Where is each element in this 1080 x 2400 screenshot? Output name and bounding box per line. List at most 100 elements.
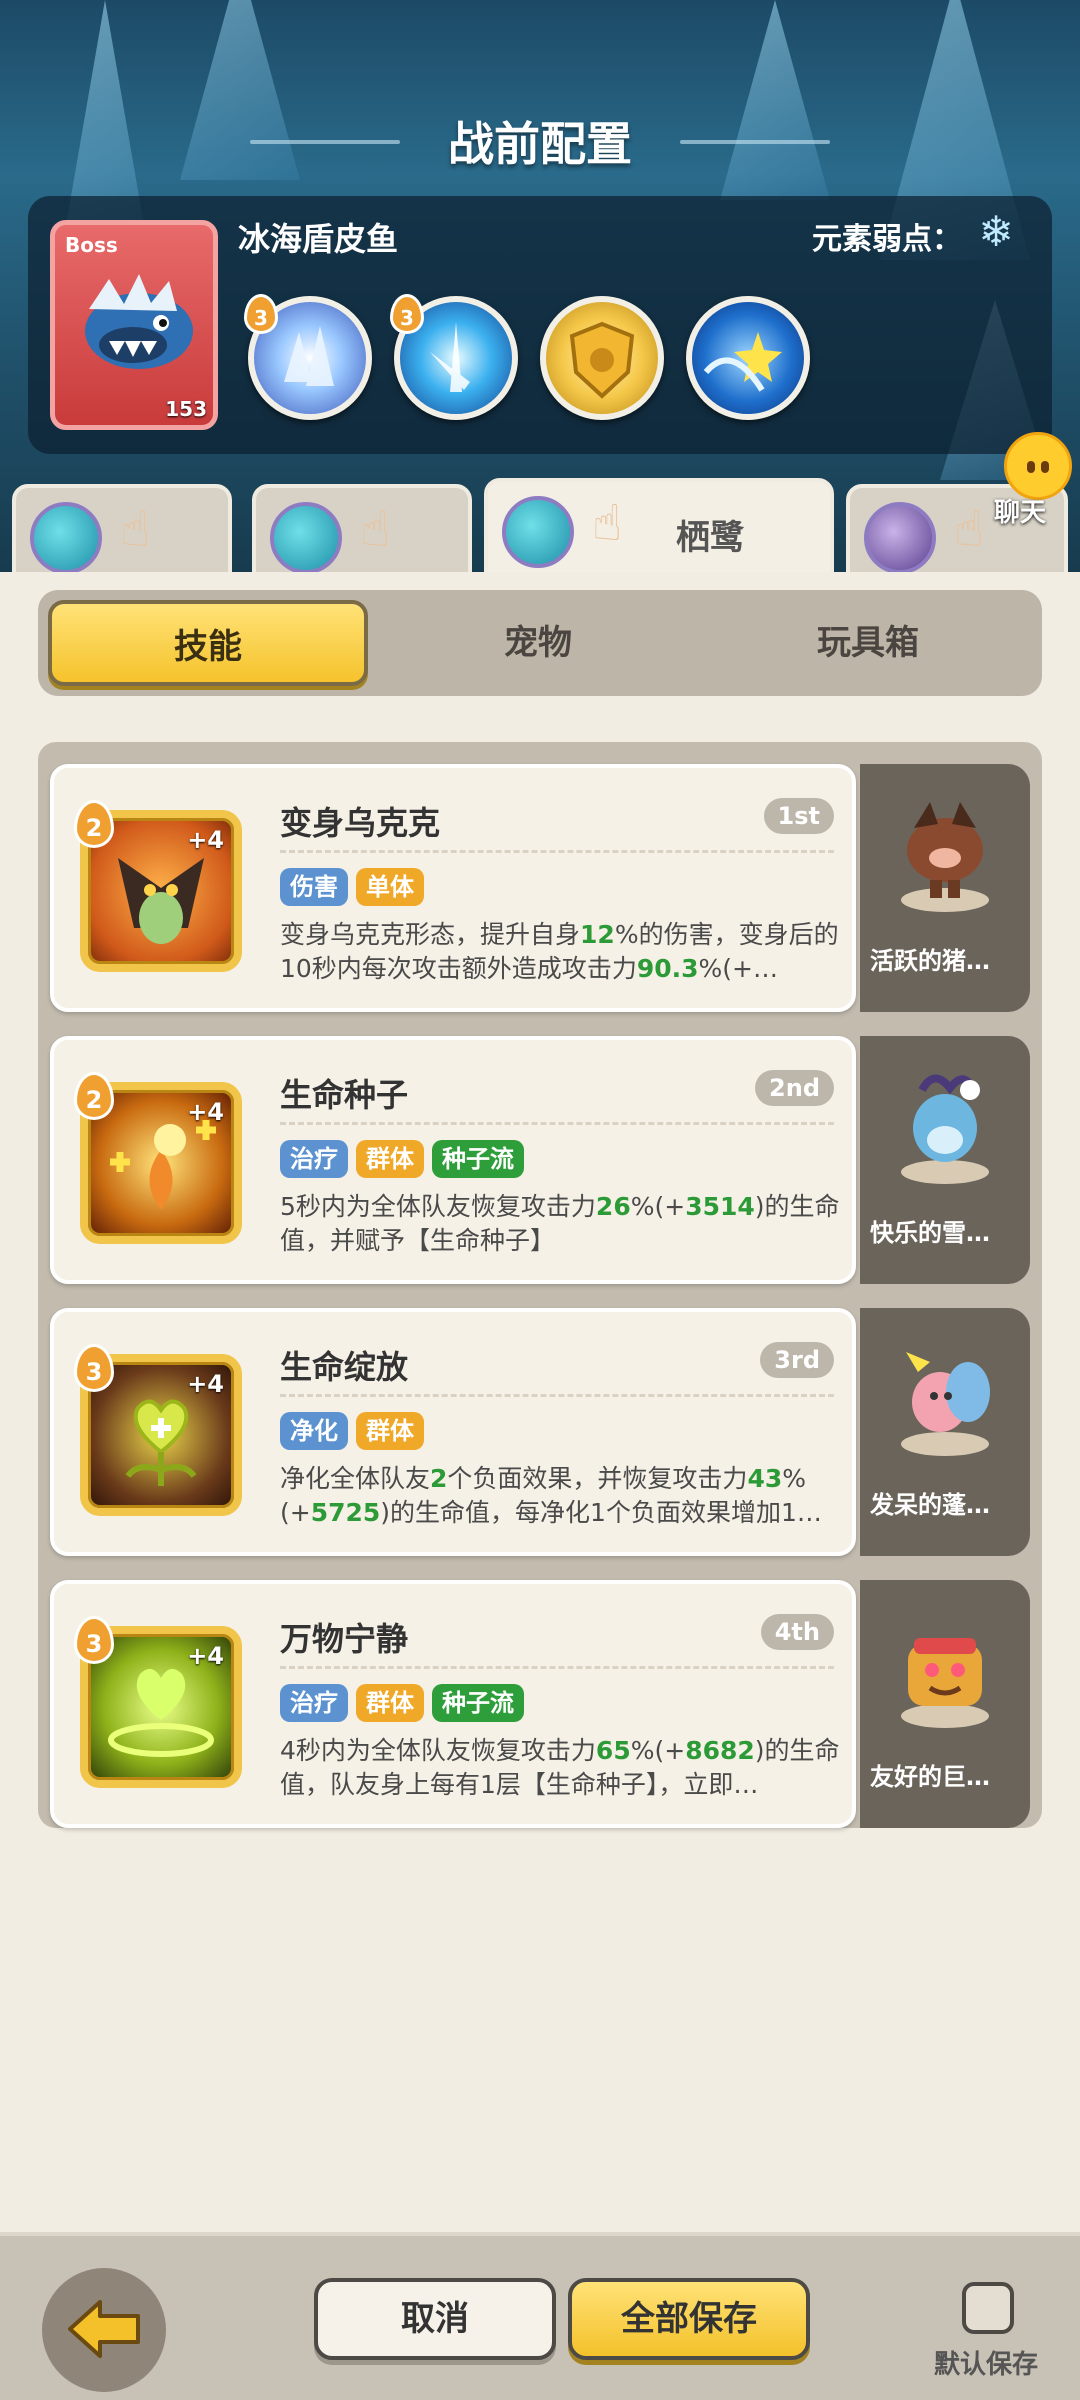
desc-highlight: 65 xyxy=(595,1736,631,1765)
shield-fish-icon xyxy=(85,274,193,369)
skill-level-badge: 3 xyxy=(74,1344,114,1392)
skill-plus-label: +4 xyxy=(187,1098,224,1126)
divider xyxy=(280,1122,834,1125)
boss-skill-level-badge: 3 xyxy=(390,294,424,334)
battle-scene-background: 战前配置 Boss 153 冰海盾皮鱼 元素弱点： ❄ 3 3 ☝ ☝ ☝ 栖鹭… xyxy=(0,0,1080,580)
desc-highlight: 2 xyxy=(430,1464,448,1493)
divider xyxy=(280,850,834,853)
boss-portrait[interactable]: Boss 153 xyxy=(50,220,218,430)
skill-description: 4秒内为全体队友恢复攻击力65%(+8682)的生命值，队友身上每有1层【生命种… xyxy=(280,1734,840,1838)
pet-name: 友好的巨… xyxy=(870,1763,990,1791)
skill-icon-transform: 2 +4 xyxy=(74,800,242,972)
skill-tag: 单体 xyxy=(356,868,424,906)
desc-highlight: 5725 xyxy=(310,1498,381,1527)
skill-rank: 2nd xyxy=(755,1070,834,1106)
skill-tags: 净化 群体 xyxy=(280,1412,424,1450)
default-save-checkbox[interactable] xyxy=(962,2282,1014,2334)
skill-tag: 治疗 xyxy=(280,1684,348,1722)
desc-highlight: 12 xyxy=(580,920,615,949)
skill-description: 净化全体队友2个负面效果，并恢复攻击力43%(+5725)的生命值，每净化1个负… xyxy=(280,1462,840,1566)
back-arrow-icon xyxy=(68,2300,140,2358)
boss-skill-golden-shield[interactable] xyxy=(540,296,664,420)
desc-text: %(+ xyxy=(630,1192,686,1221)
skill-list: 活跃的猪… 2 +4 变身乌克克 1st 伤害 单体 变身乌克克形态，提升自身1… xyxy=(38,742,1042,1828)
skill-rank: 3rd xyxy=(760,1342,834,1378)
divider xyxy=(280,1666,834,1669)
skill-plus-label: +4 xyxy=(187,1370,224,1398)
skill-tag: 净化 xyxy=(280,1412,348,1450)
skill-card-1[interactable]: 2 +4 变身乌克克 1st 伤害 单体 变身乌克克形态，提升自身12%的伤害，… xyxy=(50,764,856,1012)
hero-slot-1[interactable]: ☝ xyxy=(12,484,232,580)
boss-level: 153 xyxy=(165,397,207,421)
desc-text: %(+ xyxy=(630,1736,686,1765)
boss-skill-water-star[interactable] xyxy=(686,296,810,420)
skill-tag: 种子流 xyxy=(432,1140,524,1178)
skill-level-badge: 2 xyxy=(74,800,114,848)
boss-name: 冰海盾皮鱼 xyxy=(238,220,399,258)
desc-text: %(+… xyxy=(698,954,778,983)
skill-title: 生命种子 xyxy=(280,1076,409,1114)
golden-shield-icon xyxy=(569,321,635,399)
smiley-face-icon xyxy=(1004,432,1072,500)
tap-hand-icon: ☝ xyxy=(120,500,151,558)
skill-title: 万物宁静 xyxy=(280,1620,409,1658)
desc-text: 4秒内为全体队友恢复攻击力 xyxy=(280,1736,596,1765)
desc-text: 5秒内为全体队友恢复攻击力 xyxy=(280,1192,596,1221)
boss-skill-level-badge: 3 xyxy=(244,294,278,334)
skill-card-2[interactable]: 2 +4 生命种子 2nd 治疗 群体 种子流 5秒内为全体队友恢复攻击力26%… xyxy=(50,1036,856,1284)
skill-plus-label: +4 xyxy=(187,1642,224,1670)
pet-name: 快乐的雪… xyxy=(870,1219,990,1247)
tab-toybox[interactable]: 玩具箱 xyxy=(708,600,1028,686)
back-button[interactable] xyxy=(42,2268,166,2392)
boss-panel: Boss 153 冰海盾皮鱼 元素弱点： ❄ 3 3 xyxy=(28,196,1052,454)
skill-rank: 1st xyxy=(763,798,834,834)
element-weakness-label: 元素弱点： xyxy=(812,222,962,257)
skill-title: 变身乌克克 xyxy=(280,804,441,842)
hero-name: 栖鹭 xyxy=(676,518,744,558)
chat-button[interactable]: 聊天 xyxy=(974,432,1074,528)
skill-description: 变身乌克克形态，提升自身12%的伤害，变身后的10秒内每次攻击额外造成攻击力90… xyxy=(280,918,840,1022)
bottom-action-bar: 取消 全部保存 默认保存 xyxy=(0,2232,1080,2400)
skill-level-badge: 3 xyxy=(74,1616,114,1664)
page-title: 战前配置 xyxy=(448,117,632,171)
boss-skill-ice-crystal[interactable]: 3 xyxy=(244,294,372,420)
pet-slot-2[interactable]: 快乐的雪… xyxy=(860,1036,1030,1284)
skill-card-4[interactable]: 3 +4 万物宁静 4th 治疗 群体 种子流 4秒内为全体队友恢复攻击力65%… xyxy=(50,1580,856,1828)
desc-text: )的生命值，每净化1个负面效果增加1… xyxy=(380,1498,822,1527)
skill-tag: 治疗 xyxy=(280,1140,348,1178)
skill-plus-label: +4 xyxy=(187,826,224,854)
category-tabs: 技能 宠物 玩具箱 xyxy=(38,590,1042,696)
pet-slot-3[interactable]: 发呆的蓬… xyxy=(860,1308,1030,1556)
skill-title: 生命绽放 xyxy=(280,1348,409,1386)
save-all-button[interactable]: 全部保存 xyxy=(568,2278,810,2360)
desc-highlight: 90.3 xyxy=(636,954,699,983)
skill-tag: 群体 xyxy=(356,1140,424,1178)
tab-pets[interactable]: 宠物 xyxy=(378,600,698,686)
snow-pet-icon xyxy=(901,1074,989,1184)
skill-tags: 治疗 群体 种子流 xyxy=(280,1684,524,1722)
chat-label: 聊天 xyxy=(993,498,1046,528)
snowflake-icon[interactable]: ❄ xyxy=(974,210,1018,254)
pet-slot-1[interactable]: 活跃的猪… xyxy=(860,764,1030,1012)
skill-tag: 伤害 xyxy=(280,868,348,906)
skill-rank: 4th xyxy=(760,1614,834,1650)
hero-avatar xyxy=(864,502,936,574)
boss-skill-ice-splash[interactable]: 3 xyxy=(390,294,518,420)
skill-tags: 伤害 单体 xyxy=(280,868,424,906)
divider xyxy=(280,1394,834,1397)
skill-card-3[interactable]: 3 +4 生命绽放 3rd 净化 群体 净化全体队友2个负面效果，并恢复攻击力4… xyxy=(50,1308,856,1556)
tap-hand-icon: ☝ xyxy=(360,500,391,558)
water-star-icon xyxy=(703,332,782,392)
skill-tag: 种子流 xyxy=(432,1684,524,1722)
pet-slot-4[interactable]: 友好的巨… xyxy=(860,1580,1030,1828)
skill-tags: 治疗 群体 种子流 xyxy=(280,1140,524,1178)
desc-highlight: 8682 xyxy=(685,1736,755,1765)
hero-avatar xyxy=(502,496,574,568)
hero-slot-3[interactable]: ☝ 栖鹭 xyxy=(484,478,834,578)
hero-slot-2[interactable]: ☝ xyxy=(252,484,472,580)
desc-highlight: 43 xyxy=(747,1464,783,1493)
desc-text: 变身乌克克形态，提升自身 xyxy=(280,920,581,949)
boar-pet-icon xyxy=(901,802,989,912)
cancel-button[interactable]: 取消 xyxy=(314,2278,556,2360)
tab-skills[interactable]: 技能 xyxy=(48,600,368,686)
